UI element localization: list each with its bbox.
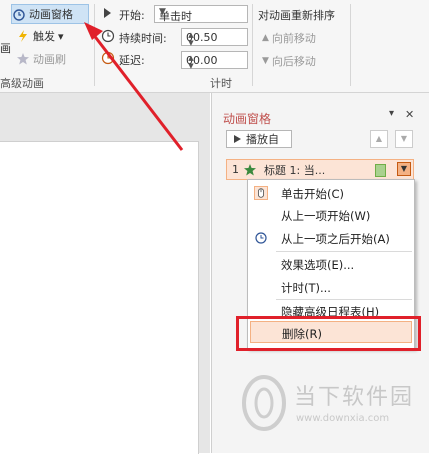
watermark-title: 当下软件园	[294, 385, 415, 410]
watermark-logo-icon	[242, 375, 286, 431]
watermark: 当下软件园 www.downxia.com	[240, 375, 420, 435]
watermark-url: www.downxia.com	[296, 413, 390, 424]
